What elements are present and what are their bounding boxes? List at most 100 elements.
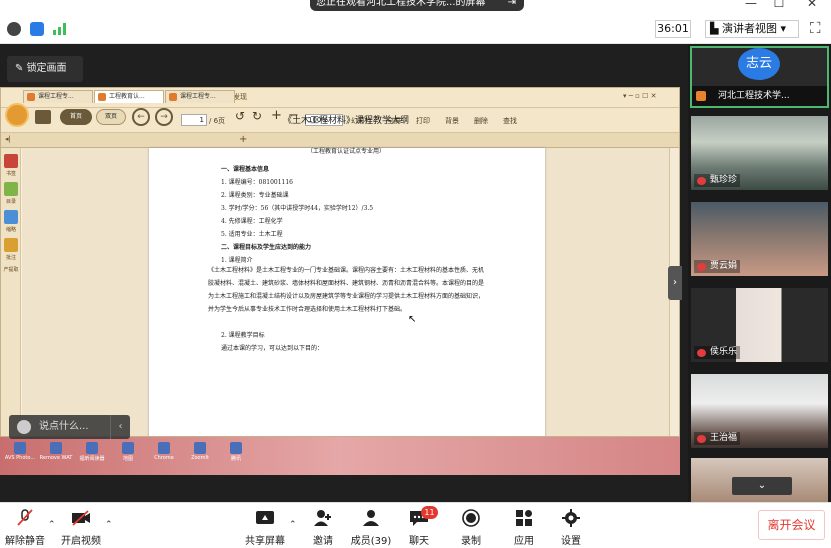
desktop-icon-label: AVS Photo... xyxy=(4,455,36,461)
bookmark-icon[interactable] xyxy=(4,154,18,168)
doc-line: 4. 先修课程：工程化学 xyxy=(221,218,283,225)
gear-icon xyxy=(562,509,580,527)
menu-discover[interactable]: 发现 xyxy=(233,92,247,102)
participant-tile[interactable]: 贾云娟 xyxy=(691,202,828,276)
audio-options-chevron-icon[interactable]: ⌃ xyxy=(48,520,56,530)
home-button[interactable]: 首页 xyxy=(60,109,92,125)
tab-doc-2[interactable]: 工程教育认... xyxy=(94,90,164,103)
desktop-icon-label: ZoomIt xyxy=(191,455,209,461)
start-video-button[interactable]: 开启视频 xyxy=(56,509,106,547)
minimize-button[interactable]: — xyxy=(740,0,762,11)
tab-doc-1[interactable]: 课程工程专... xyxy=(23,90,93,103)
desktop-icon[interactable]: Chrome xyxy=(146,442,182,461)
leave-meeting-button[interactable]: 离开会议 xyxy=(758,510,825,540)
mic-off-icon xyxy=(697,263,706,271)
double-page-button[interactable]: 双页 xyxy=(96,109,126,125)
chat-label: 聊天 xyxy=(409,536,429,547)
shield-icon[interactable] xyxy=(30,22,44,36)
outline-icon[interactable] xyxy=(4,182,18,196)
participant-name: 侯乐乐 xyxy=(694,346,741,359)
pdf-reader-window: 阅读 注释 转换 编辑 手机 云盘 发现 ▾ ─ ▫ ☐ ✕ 首页 双页 ← →… xyxy=(0,87,680,437)
tab-back-icon[interactable]: ◂| xyxy=(5,135,11,143)
members-button[interactable]: 成员(39) xyxy=(346,509,396,547)
participant-name: 甄珍珍 xyxy=(694,174,741,187)
mic-off-icon xyxy=(697,177,706,185)
apps-icon xyxy=(516,510,532,526)
document-subtitle: （工程教育认证试点专业用） xyxy=(306,148,385,155)
app-icon xyxy=(122,442,134,454)
desktop-icon-label: Chrome xyxy=(154,455,174,461)
reader-window-controls[interactable]: ▾ ─ ▫ ☐ ✕ xyxy=(623,92,657,100)
mouse-cursor-icon: ↖ xyxy=(408,314,417,325)
app-icon xyxy=(14,442,26,454)
participant-tile[interactable]: 侯乐乐 xyxy=(691,288,828,362)
desktop-icon-label: 地图 xyxy=(122,456,133,462)
maximize-button[interactable]: ☐ xyxy=(768,0,790,11)
mic-off-icon xyxy=(697,435,706,443)
settings-button[interactable]: 设置 xyxy=(546,509,596,547)
open-folder-icon[interactable] xyxy=(35,110,51,124)
fullscreen-icon[interactable]: ⛶ xyxy=(810,19,821,37)
participant-tile[interactable]: 甄珍珍 xyxy=(691,116,828,190)
unmute-button[interactable]: 解除静音 xyxy=(0,509,50,547)
doc-line: 2. 课程教学目标 xyxy=(221,332,265,339)
doc-icon xyxy=(27,93,35,101)
doc-line: 5. 适用专业：土木工程 xyxy=(221,231,283,238)
doc-line: 一、课程基本信息 xyxy=(221,166,270,173)
meeting-timer: 36:01 xyxy=(655,20,691,38)
meeting-window: 您正在观看河北工程技术学院...的屏幕 ⇥ — ☐ ✕ 36:01 ▙ 演讲者视… xyxy=(0,0,831,548)
app-icon xyxy=(86,442,98,454)
apps-button[interactable]: 应用 xyxy=(499,509,549,547)
chat-placeholder: 说点什么... xyxy=(39,421,89,432)
doc-line: 2. 课程类别：专业基础课 xyxy=(221,192,289,199)
members-label: 成员(39) xyxy=(350,536,392,547)
host-avatar: 志云 xyxy=(738,48,780,80)
document-title: 《土木工程材料》课程教学大纲 xyxy=(282,116,409,126)
app-icon xyxy=(194,442,206,454)
host-name-bar: 河北工程技术学... xyxy=(692,86,827,106)
invite-button[interactable]: 邀请 xyxy=(298,509,348,547)
bookmark-label: 书签 xyxy=(5,171,16,177)
share-screen-button[interactable]: 共享屏幕 xyxy=(240,509,290,547)
tab-doc-3[interactable]: 课程工程专... xyxy=(165,90,235,103)
record-icon xyxy=(462,509,480,527)
doc-line: 1. 课程编号：081001116 xyxy=(221,179,293,186)
lock-button-label: 锁定画面 xyxy=(26,63,67,74)
video-options-chevron-icon[interactable]: ⌃ xyxy=(105,520,113,530)
app-icon xyxy=(158,442,170,454)
extract-label[interactable]: 产提取 xyxy=(1,266,21,273)
mic-off-icon xyxy=(697,349,706,357)
settings-label: 设置 xyxy=(561,536,581,547)
thumbnail-icon[interactable] xyxy=(4,210,18,224)
emoji-icon[interactable] xyxy=(17,420,31,434)
collapse-chat-button[interactable]: ‹ xyxy=(110,415,130,439)
lock-screen-button[interactable]: ✎ 锁定画面 xyxy=(7,56,83,82)
desktop-icon[interactable]: ZoomIt xyxy=(182,442,218,461)
record-button[interactable]: 录制 xyxy=(446,509,496,547)
signal-icon[interactable] xyxy=(53,23,67,35)
participant-name: 王治福 xyxy=(694,432,741,445)
scroll-down-button[interactable]: ⌄ xyxy=(732,477,792,495)
annotation-icon[interactable] xyxy=(4,238,18,252)
share-banner[interactable]: 您正在观看河北工程技术学院...的屏幕 ⇥ xyxy=(310,0,524,11)
participant-tile[interactable]: 王治福 xyxy=(691,374,828,448)
desktop-icon[interactable]: Remove WAT xyxy=(38,442,74,461)
desktop-icon-label: Remove WAT xyxy=(39,455,73,461)
doc-line: 1. 课程简介 xyxy=(221,257,253,264)
desktop-icon[interactable]: AVS Photo... xyxy=(2,442,38,461)
panel-collapse-handle[interactable]: › xyxy=(668,266,682,300)
share-options-chevron-icon[interactable]: ⌃ xyxy=(289,520,297,530)
desktop-icon[interactable]: 地图 xyxy=(110,442,146,462)
info-icon[interactable] xyxy=(7,22,21,36)
desktop-icon[interactable]: 腾讯 xyxy=(218,442,254,462)
doc-line: 二、课程目标及学生应达到的能力 xyxy=(221,244,312,251)
chat-input-bar[interactable]: 说点什么... ‹ xyxy=(9,415,130,439)
new-tab-button[interactable]: + xyxy=(239,134,247,145)
chat-unread-badge: 11 xyxy=(421,506,438,519)
speaker-view-button[interactable]: ▙ 演讲者视图 ▾ xyxy=(705,20,799,38)
close-button[interactable]: ✕ xyxy=(801,0,823,11)
share-screen-label: 共享屏幕 xyxy=(245,536,285,547)
desktop-icon[interactable]: 福昕阅读器 xyxy=(74,442,110,462)
exit-arrow-icon[interactable]: ⇥ xyxy=(508,0,516,11)
reader-logo-icon[interactable] xyxy=(5,103,29,127)
